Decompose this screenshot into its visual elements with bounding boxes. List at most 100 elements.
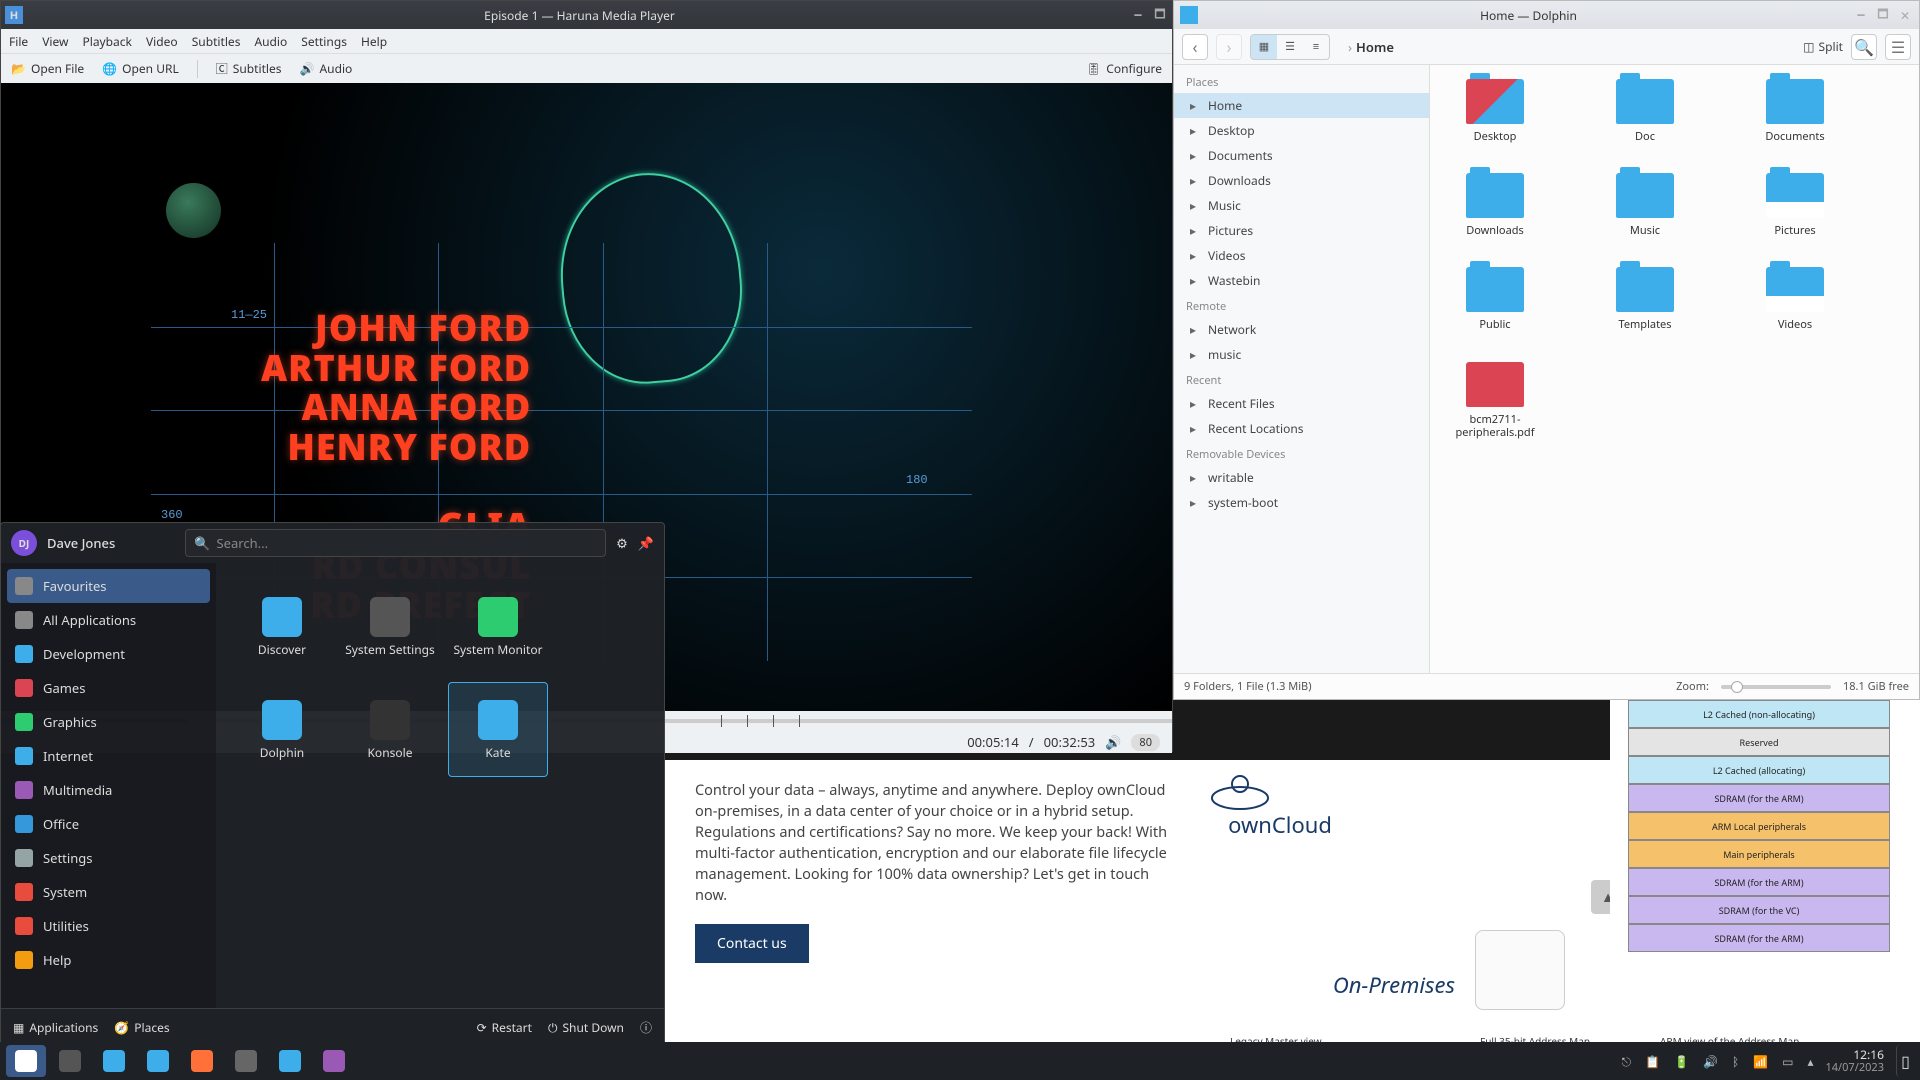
hamburger-menu-button[interactable]: ☰	[1885, 34, 1911, 60]
dolphin-titlebar[interactable]: Home — Dolphin 🗕 🗖 ✕	[1174, 1, 1919, 29]
file-videos[interactable]: Videos	[1750, 267, 1840, 331]
volume-icon[interactable]: 🔊	[1105, 733, 1121, 751]
sidebar-item-wastebin[interactable]: ▸Wastebin	[1174, 268, 1429, 293]
search-button[interactable]: 🔍	[1851, 34, 1877, 60]
sidebar-item-documents[interactable]: ▸Documents	[1174, 143, 1429, 168]
task-image-viewer[interactable]	[314, 1045, 354, 1077]
configure-button[interactable]: 🎚Configure	[1086, 60, 1162, 77]
menu-audio[interactable]: Audio	[254, 33, 287, 50]
category-graphics[interactable]: Graphics	[1, 705, 216, 739]
file-documents[interactable]: Documents	[1750, 79, 1840, 143]
network-icon[interactable]: 📶	[1753, 1053, 1768, 1070]
file-desktop[interactable]: Desktop	[1450, 79, 1540, 143]
compact-view-button[interactable]: ☰	[1277, 35, 1303, 59]
sidebar-item-music[interactable]: ▸music	[1174, 342, 1429, 367]
menu-view[interactable]: View	[42, 33, 68, 50]
applications-tab[interactable]: ▦Applications	[13, 1019, 98, 1036]
task-haruna[interactable]	[226, 1045, 266, 1077]
volume-value[interactable]: 80	[1131, 734, 1160, 751]
menu-file[interactable]: File	[9, 33, 28, 50]
file-bcm2711-peripherals-pdf[interactable]: bcm2711-peripherals.pdf	[1450, 362, 1540, 439]
maximize-icon[interactable]: 🗖	[1875, 7, 1891, 23]
task-firefox[interactable]	[182, 1045, 222, 1077]
category-settings[interactable]: Settings	[1, 841, 216, 875]
sidebar-item-recent-files[interactable]: ▸Recent Files	[1174, 391, 1429, 416]
sidebar-item-videos[interactable]: ▸Videos	[1174, 243, 1429, 268]
clock[interactable]: 12:16 14/07/2023	[1817, 1048, 1892, 1073]
category-development[interactable]: Development	[1, 637, 216, 671]
category-games[interactable]: Games	[1, 671, 216, 705]
breadcrumb-home[interactable]: Home	[1356, 38, 1394, 56]
close-icon[interactable]: ✕	[1897, 7, 1913, 23]
app-system-monitor[interactable]: System Monitor	[448, 579, 548, 674]
dolphin-file-view[interactable]: Desktop Doc Documents Downloads Music Picture…	[1430, 65, 1919, 673]
menu-playback[interactable]: Playback	[82, 33, 132, 50]
restart-button[interactable]: ⟳Restart	[477, 1019, 532, 1036]
zoom-slider[interactable]	[1721, 685, 1831, 689]
info-icon[interactable]: ⓘ	[640, 1019, 652, 1036]
sidebar-item-desktop[interactable]: ▸Desktop	[1174, 118, 1429, 143]
sidebar-item-music[interactable]: ▸Music	[1174, 193, 1429, 218]
show-desktop-button[interactable]: ▯	[1896, 1045, 1914, 1077]
back-button[interactable]: ‹	[1182, 34, 1208, 60]
category-help[interactable]: Help	[1, 943, 216, 977]
file-downloads[interactable]: Downloads	[1450, 173, 1540, 237]
task-discover[interactable]	[94, 1045, 134, 1077]
file-pictures[interactable]: Pictures	[1750, 173, 1840, 237]
details-view-button[interactable]: ≡	[1303, 35, 1329, 59]
clipboard-icon[interactable]: 📋	[1645, 1053, 1660, 1070]
app-konsole[interactable]: Konsole	[340, 682, 440, 777]
menu-help[interactable]: Help	[361, 33, 387, 50]
file-public[interactable]: Public	[1450, 267, 1540, 331]
sidebar-item-network[interactable]: ▸Network	[1174, 317, 1429, 342]
forward-button[interactable]: ›	[1216, 34, 1242, 60]
open-file-button[interactable]: 📂Open File	[11, 60, 84, 77]
category-internet[interactable]: Internet	[1, 739, 216, 773]
menu-subtitles[interactable]: Subtitles	[192, 33, 241, 50]
sidebar-item-downloads[interactable]: ▸Downloads	[1174, 168, 1429, 193]
sidebar-item-pictures[interactable]: ▸Pictures	[1174, 218, 1429, 243]
app-kate[interactable]: Kate	[448, 682, 548, 777]
haruna-titlebar[interactable]: H Episode 1 — Haruna Media Player 🗕 🗖	[1, 1, 1172, 29]
app-system-settings[interactable]: System Settings	[340, 579, 440, 674]
sidebar-item-writable[interactable]: ▸writable	[1174, 465, 1429, 490]
file-doc[interactable]: Doc	[1600, 79, 1690, 143]
category-multimedia[interactable]: Multimedia	[1, 773, 216, 807]
app-discover[interactable]: Discover	[232, 579, 332, 674]
category-favourites[interactable]: Favourites	[7, 569, 210, 603]
notifications-icon[interactable]: ▭	[1782, 1053, 1793, 1070]
category-utilities[interactable]: Utilities	[1, 909, 216, 943]
volume-tray-icon[interactable]: 🔊	[1703, 1053, 1718, 1070]
open-url-button[interactable]: 🌐Open URL	[102, 60, 179, 77]
task-dolphin[interactable]	[138, 1045, 178, 1077]
places-tab[interactable]: 🧭Places	[114, 1019, 169, 1036]
app-dolphin[interactable]: Dolphin	[232, 682, 332, 777]
shutdown-button[interactable]: ⏻Shut Down	[548, 1019, 624, 1036]
sidebar-item-recent-locations[interactable]: ▸Recent Locations	[1174, 416, 1429, 441]
bluetooth-icon[interactable]: ᛒ	[1732, 1053, 1739, 1070]
category-office[interactable]: Office	[1, 807, 216, 841]
pin-icon[interactable]: 📌	[638, 534, 654, 552]
usb-icon[interactable]: ⎋	[1622, 1053, 1632, 1070]
task-start[interactable]	[6, 1045, 46, 1077]
sidebar-item-home[interactable]: ▸Home	[1174, 93, 1429, 118]
sidebar-item-system-boot[interactable]: ▸system-boot	[1174, 490, 1429, 515]
minimize-icon[interactable]: 🗕	[1130, 7, 1146, 23]
tray-expand-icon[interactable]: ▴	[1807, 1053, 1813, 1070]
category-all-applications[interactable]: All Applications	[1, 603, 216, 637]
file-music[interactable]: Music	[1600, 173, 1690, 237]
task-task-manager[interactable]	[50, 1045, 90, 1077]
icons-view-button[interactable]: ▦	[1251, 35, 1277, 59]
subtitles-button[interactable]: 🄲Subtitles	[216, 60, 282, 77]
breadcrumb[interactable]: › Home	[1348, 38, 1795, 56]
maximize-icon[interactable]: 🗖	[1152, 7, 1168, 23]
filter-icon[interactable]: ⚙	[616, 534, 628, 552]
search-input[interactable]: 🔍 Search...	[185, 529, 606, 557]
task-kate[interactable]	[270, 1045, 310, 1077]
avatar[interactable]: DJ	[11, 530, 37, 556]
audio-button[interactable]: 🔊Audio	[300, 60, 353, 77]
battery-icon[interactable]: 🔋	[1674, 1053, 1689, 1070]
menu-video[interactable]: Video	[146, 33, 178, 50]
file-templates[interactable]: Templates	[1600, 267, 1690, 331]
contact-us-button[interactable]: Contact us	[695, 924, 809, 963]
